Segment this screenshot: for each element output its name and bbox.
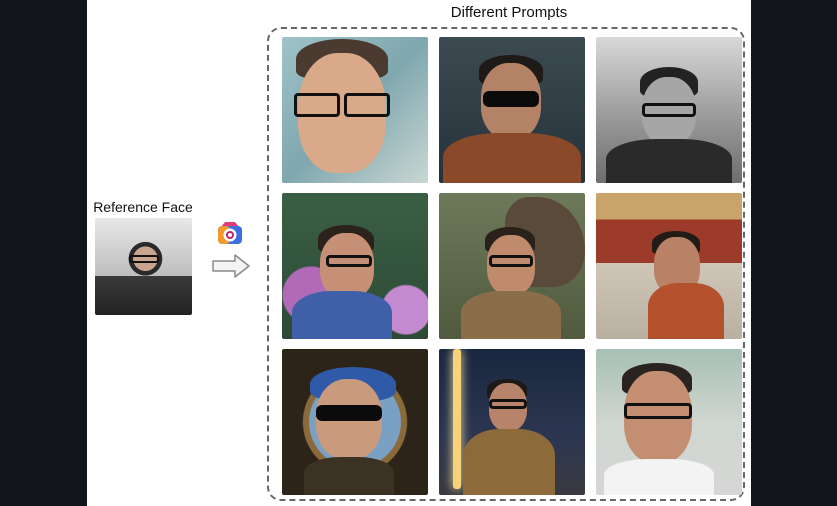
glasses-shape (624, 403, 692, 419)
robe-shape (648, 283, 724, 339)
generated-image-1 (282, 37, 428, 183)
title-area: Different Prompts (267, 0, 751, 24)
glasses-shape (344, 93, 390, 117)
sunglasses-shape (483, 91, 539, 107)
jacket-shape (606, 139, 732, 183)
generated-image-7 (282, 349, 428, 495)
generated-images-grid (282, 37, 742, 495)
armor-shape (443, 133, 581, 183)
generated-image-8 (439, 349, 585, 495)
diagram-canvas: Different Prompts Reference Face (87, 0, 751, 506)
generated-image-5 (439, 193, 585, 339)
glasses-shape (489, 255, 533, 267)
generated-image-6 (596, 193, 742, 339)
glasses-shape (294, 93, 340, 117)
glasses-shape (489, 399, 527, 409)
tank-top-shape (604, 459, 714, 495)
armor-shape (461, 291, 561, 339)
generated-image-4 (282, 193, 428, 339)
shirt-shape (292, 291, 392, 339)
lightsaber-shape (453, 349, 461, 489)
glasses-shape (642, 103, 696, 117)
right-arrow-icon (212, 254, 250, 278)
generated-image-2 (439, 37, 585, 183)
reference-face-image (95, 218, 192, 315)
garment-shape (304, 457, 394, 495)
diagram-title: Different Prompts (450, 4, 568, 21)
sunglasses-shape (316, 405, 382, 421)
generated-image-9 (596, 349, 742, 495)
generated-image-3 (596, 37, 742, 183)
glasses-shape (129, 255, 159, 263)
armor-shape (463, 429, 555, 495)
glasses-shape (326, 255, 372, 267)
reference-face-label: Reference Face (93, 199, 193, 215)
camera-icon (218, 222, 242, 244)
